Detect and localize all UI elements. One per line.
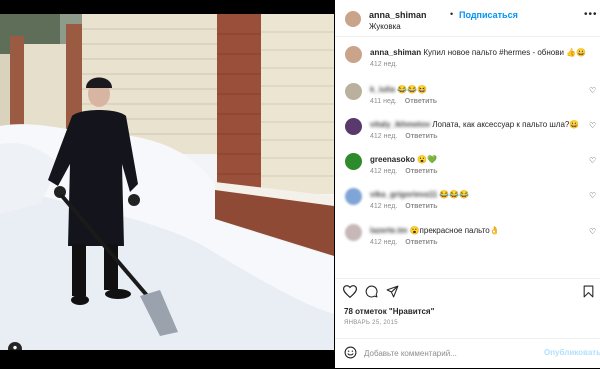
post-header: anna_shiman • Подписаться Жуковка ••• — [335, 0, 600, 37]
save-bookmark-icon[interactable] — [583, 285, 594, 300]
add-comment-bar: Опубликовать — [335, 338, 600, 369]
likes-count[interactable]: 78 отметок "Нравится" — [344, 307, 434, 316]
reply-button[interactable]: Ответить — [405, 98, 437, 105]
more-options-icon[interactable]: ••• — [584, 9, 598, 20]
caption-text-before: Купил новое пальто — [423, 48, 500, 57]
comment-time: 412 нед. — [370, 168, 398, 175]
comment-time: 412 нед. — [370, 133, 398, 140]
comment-username[interactable]: vika_grigorieva11 — [370, 190, 437, 199]
like-comment-heart-icon[interactable]: ♡ — [589, 191, 596, 200]
share-send-icon[interactable] — [386, 285, 399, 300]
comment-username[interactable]: vitaly_ikhmetov — [370, 120, 430, 129]
like-comment-heart-icon[interactable]: ♡ — [589, 156, 596, 165]
emoji-smile-icon[interactable] — [344, 346, 357, 361]
post-date: ЯНВАРЬ 25, 2015 — [344, 320, 398, 326]
post-photo[interactable] — [0, 14, 334, 350]
comment-avatar[interactable] — [345, 224, 362, 241]
like-comment-heart-icon[interactable]: ♡ — [589, 121, 596, 130]
comment-avatar[interactable] — [345, 188, 362, 205]
caption-author-avatar[interactable] — [345, 46, 362, 63]
like-comment-heart-icon[interactable]: ♡ — [589, 86, 596, 95]
caption-time: 412 нед. — [370, 61, 398, 68]
comment-text: 😮💚 — [417, 155, 438, 164]
comment-username[interactable]: greenasoko — [370, 155, 415, 164]
author-avatar[interactable] — [345, 11, 361, 27]
post-location[interactable]: Жуковка — [369, 22, 401, 31]
caption-hashtag[interactable]: #hermes — [499, 48, 530, 57]
comment-avatar[interactable] — [345, 153, 362, 170]
comment-bubble-icon[interactable] — [365, 285, 378, 300]
publish-button[interactable]: Опубликовать — [544, 348, 600, 357]
reply-button[interactable]: Ответить — [405, 239, 437, 246]
comment-input[interactable] — [364, 347, 534, 359]
caption-text-after: - обнови 👍😀 — [530, 48, 587, 57]
comment-text: 😂😂😆 — [397, 85, 428, 94]
header-separator: • — [450, 9, 454, 19]
post-side-panel: anna_shiman • Подписаться Жуковка ••• an… — [335, 0, 600, 368]
comment-time: 412 нед. — [370, 239, 398, 246]
caption-username[interactable]: anna_shiman — [370, 48, 421, 57]
comment-text: 😂😂😂 — [439, 190, 470, 199]
tagged-user-icon[interactable] — [8, 342, 22, 350]
comment-text: 😮прекрасное пальто👌 — [409, 226, 500, 235]
photo-scene — [0, 14, 334, 350]
reply-button[interactable]: Ответить — [405, 133, 437, 140]
like-heart-icon[interactable] — [342, 285, 358, 300]
comment-username[interactable]: lazerte.tm — [370, 226, 407, 235]
comment-username[interactable]: k_iulia — [370, 85, 395, 94]
post-action-bar — [335, 278, 600, 303]
reply-button[interactable]: Ответить — [405, 168, 437, 175]
author-username[interactable]: anna_shiman — [369, 10, 427, 20]
comment-time: 412 нед. — [370, 203, 398, 210]
follow-button[interactable]: Подписаться — [459, 10, 518, 20]
comment-avatar[interactable] — [345, 118, 362, 135]
comment-avatar[interactable] — [345, 83, 362, 100]
comment-time: 411 нед. — [370, 98, 397, 105]
comment-text: Лопата, как аксессуар к пальто шла?😀 — [432, 120, 580, 129]
reply-button[interactable]: Ответить — [405, 203, 437, 210]
like-comment-heart-icon[interactable]: ♡ — [589, 227, 596, 236]
